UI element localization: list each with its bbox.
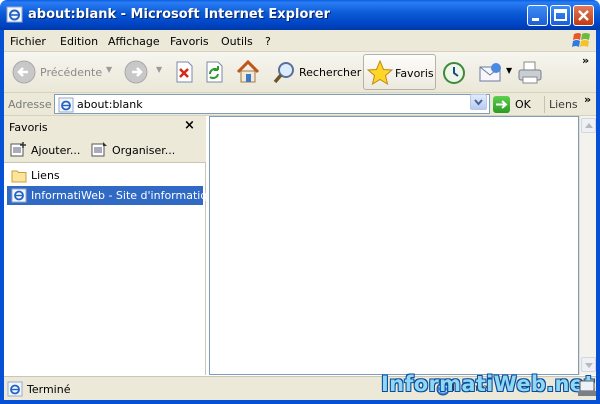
favorites-pane-toolbar: Ajouter... Organiser... [4,137,206,163]
search-icon [273,62,294,84]
print-button[interactable] [516,56,544,88]
scroll-down-button[interactable] [581,357,596,372]
scroll-up-button[interactable] [581,118,596,133]
close-icon [578,10,589,21]
favorite-label: InformatiWeb - Site d'informatique [31,189,222,202]
list-item[interactable]: Liens [7,166,203,185]
windows-logo-icon [572,33,590,47]
links-toolbar[interactable]: Liens [549,98,578,111]
address-dropdown-button[interactable] [470,94,487,110]
go-arrow-icon [493,96,510,113]
maximize-icon [554,9,567,21]
print-icon [518,61,542,84]
internet-explorer-icon [6,6,23,23]
go-button[interactable]: OK [491,95,541,114]
organize-favorites-button[interactable]: Organiser... [91,141,191,159]
standard-toolbar: Précédente ▼ ▼ Rechercher Favoris ▼ » [4,52,596,93]
search-button[interactable]: Rechercher [272,56,362,88]
favorites-pane-close-button[interactable]: × [184,118,195,133]
address-bar: Adresse about:blank OK Liens » [4,93,596,116]
mail-icon [479,63,501,82]
links-overflow-chevron[interactable]: » [584,93,591,106]
window-frame-right [596,30,600,404]
maximize-button[interactable] [550,5,571,26]
history-button[interactable] [441,56,467,88]
refresh-icon [206,61,223,83]
address-input[interactable]: about:blank [54,94,490,114]
menu-favoris[interactable]: Favoris [170,35,209,48]
forward-button[interactable]: ▼ [122,56,164,88]
favorites-label: Favoris [395,67,434,80]
chevron-down-icon [474,99,483,106]
home-button[interactable] [234,56,262,88]
favorites-pane-title: Favoris [9,121,48,134]
star-icon [367,60,393,86]
chevron-down-icon: ▼ [506,66,513,75]
page-icon [58,97,74,113]
mail-button[interactable]: ▼ [478,56,514,88]
home-icon [236,59,260,83]
resize-grip-icon[interactable] [578,377,596,399]
favorite-label: Liens [31,169,60,182]
menu-fichier[interactable]: Fichier [10,35,46,48]
back-button[interactable]: Précédente ▼ [10,56,113,88]
add-favorite-icon [10,142,26,157]
favorites-toolbar-button[interactable]: Favoris [363,54,436,90]
menu-affichage[interactable]: Affichage [108,35,160,48]
minimize-icon [532,18,539,21]
back-arrow-icon [12,60,36,84]
toolbar-overflow-chevron[interactable]: » [582,54,589,67]
minimize-button[interactable] [527,5,548,26]
page-done-icon [7,381,23,397]
chevron-down-icon [585,363,593,368]
history-icon [443,62,465,84]
address-value: about:blank [77,98,143,111]
add-favorite-button[interactable]: Ajouter... [10,141,84,159]
internet-shortcut-icon [11,188,27,203]
address-label: Adresse [8,98,52,111]
stop-button[interactable] [172,56,198,88]
menu-help[interactable]: ? [265,35,271,48]
page-content-area[interactable] [209,116,579,375]
links-separator [544,96,545,113]
chevron-down-icon: ▼ [106,65,113,74]
chevron-up-icon [585,123,593,128]
organize-favorites-icon [91,142,107,157]
search-label: Rechercher [299,66,362,79]
watermark: InformatiWeb.net [381,372,595,396]
go-label: OK [515,98,531,111]
forward-arrow-icon [124,60,148,84]
menu-bar: Fichier Edition Affichage Favoris Outils… [4,30,596,52]
back-label: Précédente [40,66,103,79]
chevron-down-icon: ▼ [156,65,163,74]
organize-favorites-label: Organiser... [112,144,176,157]
menu-outils[interactable]: Outils [221,35,253,48]
title-bar: about:blank - Microsoft Internet Explore… [0,0,600,30]
favorites-pane-header: Favoris × [4,116,206,137]
folder-icon [11,170,27,183]
refresh-button[interactable] [202,56,228,88]
status-text: Terminé [27,383,71,396]
list-item[interactable]: InformatiWeb - Site d'informatique [7,186,221,205]
add-favorite-label: Ajouter... [31,144,81,157]
menu-edition[interactable]: Edition [60,35,98,48]
vertical-scrollbar[interactable] [579,116,596,375]
stop-icon [176,61,193,83]
window-frame-bottom [0,400,600,404]
favorites-pane: Favoris × Ajouter... Organiser... Liens … [4,116,221,375]
window-title: about:blank - Microsoft Internet Explore… [28,7,331,22]
close-button[interactable] [573,5,594,26]
